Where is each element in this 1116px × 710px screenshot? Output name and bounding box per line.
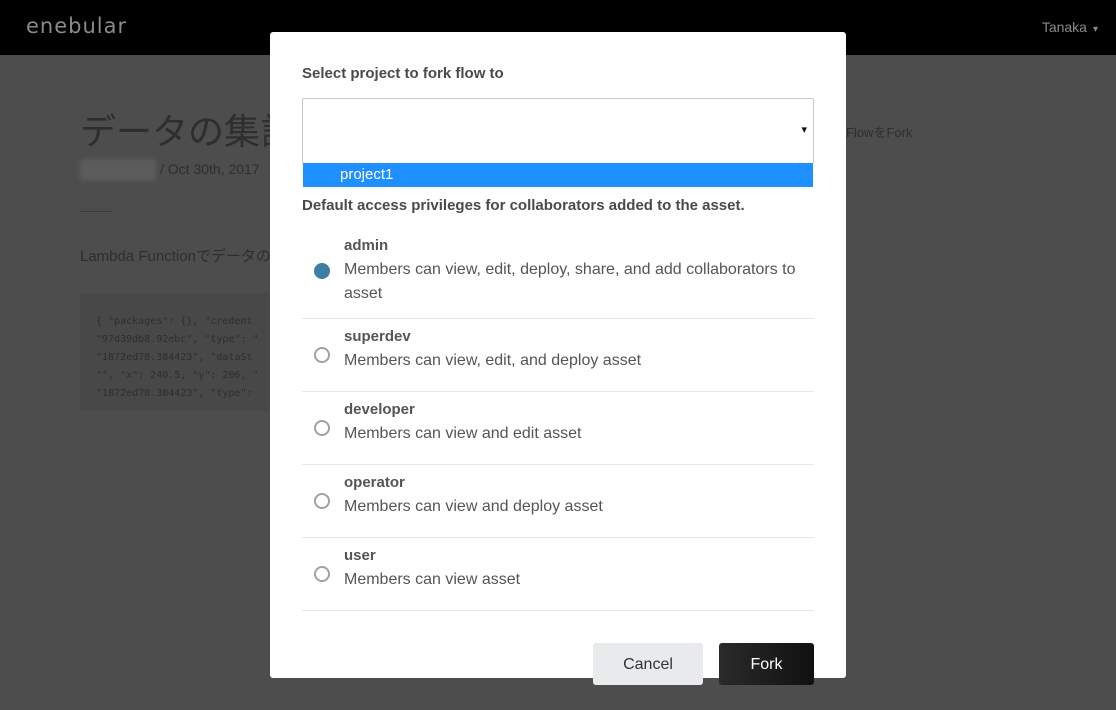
chevron-down-icon: ▾ xyxy=(1092,24,1098,35)
flow-code-block: { "packages": {}, "credent "97d39db8.92e… xyxy=(80,293,300,411)
role-name: admin xyxy=(344,237,389,254)
radio-selected-icon[interactable] xyxy=(314,263,330,279)
code-text: { "packages": {}, "credent "97d39db8.92e… xyxy=(96,316,259,399)
role-option-user[interactable]: user Members can view asset xyxy=(302,538,814,611)
role-description: Members can view and deploy asset xyxy=(344,498,603,515)
project-select[interactable]: ▾ xyxy=(302,98,814,164)
radio-icon[interactable] xyxy=(314,493,330,509)
enebular-logo[interactable]: enebular xyxy=(26,14,127,38)
fork-flow-link[interactable]: FlowをFork xyxy=(846,122,912,141)
user-menu[interactable]: Tanaka ▾ xyxy=(1042,19,1098,35)
fork-button[interactable]: Fork xyxy=(719,643,814,685)
select-project-label: Select project to fork flow to xyxy=(302,65,504,82)
role-name: developer xyxy=(344,401,415,418)
flow-date: / Oct 30th, 2017 xyxy=(160,161,260,177)
project-dropdown-option[interactable]: project1 xyxy=(303,163,813,187)
role-option-admin[interactable]: admin Members can view, edit, deploy, sh… xyxy=(302,228,814,319)
radio-icon[interactable] xyxy=(314,420,330,436)
project-option-label: project1 xyxy=(340,166,394,183)
role-description: Members can view asset xyxy=(344,571,521,588)
role-option-developer[interactable]: developer Members can view and edit asse… xyxy=(302,392,814,465)
flow-title: データの集計 xyxy=(80,112,297,153)
role-name: operator xyxy=(344,474,405,491)
author-name-blurred xyxy=(80,159,156,181)
flow-description: Lambda Functionでデータの xyxy=(80,248,271,265)
role-option-operator[interactable]: operator Members can view and deploy ass… xyxy=(302,465,814,538)
radio-icon[interactable] xyxy=(314,347,330,363)
role-list: admin Members can view, edit, deploy, sh… xyxy=(302,228,814,611)
fork-flow-modal: Select project to fork flow to ▾ project… xyxy=(270,32,846,685)
role-option-superdev[interactable]: superdev Members can view, edit, and dep… xyxy=(302,319,814,392)
user-name: Tanaka xyxy=(1041,19,1087,35)
role-name: user xyxy=(344,547,376,564)
role-description: Members can view, edit, deploy, share, a… xyxy=(344,261,796,302)
role-description: Members can view and edit asset xyxy=(344,425,582,442)
divider xyxy=(80,211,112,212)
cancel-button[interactable]: Cancel xyxy=(593,643,703,685)
radio-icon[interactable] xyxy=(314,566,330,582)
role-name: superdev xyxy=(344,328,411,345)
role-description: Members can view, edit, and deploy asset xyxy=(344,352,642,369)
access-privileges-label: Default access privileges for collaborat… xyxy=(302,197,745,214)
chevron-down-icon: ▾ xyxy=(801,123,807,136)
